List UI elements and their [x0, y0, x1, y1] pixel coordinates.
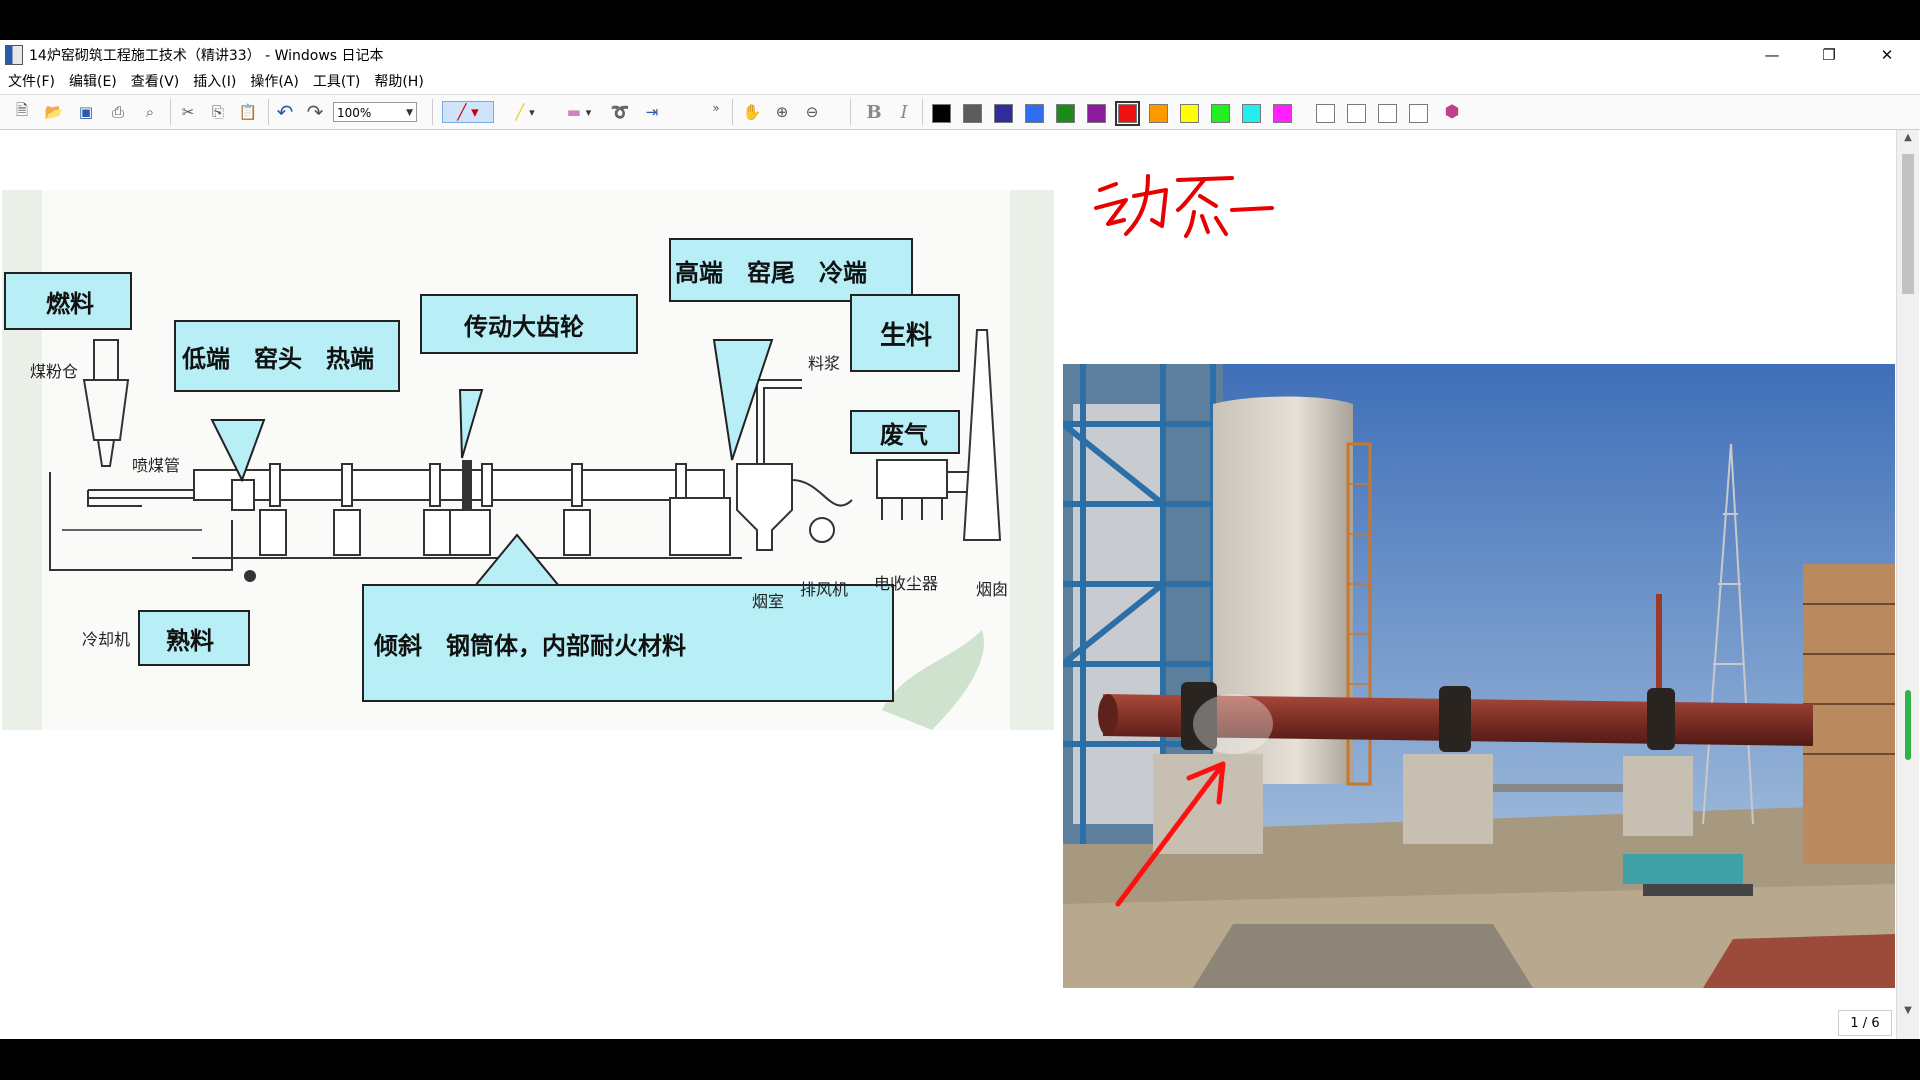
rotary-kiln-photo [1063, 364, 1895, 988]
chevron-down-icon: ▼ [406, 108, 413, 118]
color-swatch[interactable] [1115, 101, 1140, 126]
toolbar: 🗎 📂 ▣ ⎙ ⌕ ✂ ⎘ 📋 ↶ ↷ 100% ▼ ╱ ▾ ╱ ▾ ▬ ▾ ➰… [0, 94, 1920, 130]
paste-icon[interactable]: 📋 [236, 101, 260, 123]
zoom-value: 100% [337, 106, 372, 120]
lasso-select-icon[interactable]: ➰ [608, 101, 632, 123]
cooler-annotation: 冷却机 [82, 630, 131, 649]
scroll-down-icon[interactable]: ▼ [1897, 1005, 1919, 1021]
handwritten-ink-dongtai [1094, 174, 1274, 238]
toolbar-separator [732, 99, 733, 125]
kiln-diagram: 燃料 低端 窑头 热端 传动大齿轮 高端 窑尾 冷端 生料 废气 熟料 倾斜 钢… [2, 190, 1054, 730]
kiln-shell-label: 倾斜 钢筒体，内部耐火材料 [362, 584, 894, 702]
toolbar-separator [922, 99, 923, 125]
color-swatch[interactable] [1378, 104, 1397, 123]
copy-icon[interactable]: ⎘ [206, 101, 230, 123]
menu-actions[interactable]: 操作(A) [250, 71, 299, 91]
vertical-scrollbar[interactable]: ▲ ▼ [1896, 130, 1919, 1039]
zoom-in-icon[interactable]: ⊕ [770, 101, 794, 123]
color-swatch[interactable] [994, 104, 1013, 123]
high-end-label: 高端 窑尾 冷端 [669, 238, 913, 302]
smoke-chamber-annotation: 烟室 [752, 592, 785, 611]
scroll-position-marker [1905, 690, 1911, 760]
highlighter-tool-button[interactable]: ╱ ▾ [502, 101, 548, 123]
menu-help[interactable]: 帮助(H) [374, 71, 423, 91]
coal-pipe-annotation: 喷煤管 [132, 456, 181, 475]
color-swatch[interactable] [1025, 104, 1044, 123]
bold-icon[interactable]: B [862, 101, 886, 123]
insert-space-icon[interactable]: ⇥ [640, 101, 664, 123]
color-swatch[interactable] [1211, 104, 1230, 123]
menu-edit[interactable]: 编辑(E) [69, 71, 117, 91]
menu-tools[interactable]: 工具(T) [313, 71, 360, 91]
toolbar-overflow-icon[interactable]: » [704, 97, 728, 119]
toolbar-separator [432, 99, 433, 125]
restore-button[interactable]: ❐ [1800, 40, 1858, 70]
close-button[interactable]: ✕ [1858, 40, 1916, 70]
notepad-window: 14炉窑砌筑工程施工技术（精讲33） - Windows 日记本 — ❐ ✕ 文… [0, 40, 1920, 1039]
color-swatch[interactable] [963, 104, 982, 123]
color-swatch[interactable] [1149, 104, 1168, 123]
color-swatch[interactable] [1087, 104, 1106, 123]
toolbar-separator [850, 99, 851, 125]
scrollbar-thumb[interactable] [1902, 154, 1914, 294]
zoom-select[interactable]: 100% ▼ [333, 102, 417, 122]
eraser-tool-button[interactable]: ▬ ▾ [556, 101, 602, 123]
scroll-up-icon[interactable]: ▲ [1897, 132, 1919, 148]
color-swatch[interactable] [1316, 104, 1335, 123]
fuel-label: 燃料 [4, 272, 132, 330]
color-swatch[interactable] [932, 104, 951, 123]
color-swatch[interactable] [1180, 104, 1199, 123]
italic-icon[interactable]: I [892, 101, 916, 123]
window-title: 14炉窑砌筑工程施工技术（精讲33） - Windows 日记本 [29, 48, 384, 64]
pan-hand-icon[interactable]: ✋ [740, 101, 764, 123]
exhaust-fan-annotation: 排风机 [800, 580, 849, 599]
menu-insert[interactable]: 插入(I) [193, 71, 236, 91]
color-picker-icon[interactable]: ⬢ [1440, 101, 1464, 123]
color-swatch[interactable] [1056, 104, 1075, 123]
color-swatch[interactable] [1409, 104, 1428, 123]
undo-icon[interactable]: ↶ [273, 100, 297, 124]
dust-collector-annotation: 电收尘器 [874, 574, 939, 593]
title-bar: 14炉窑砌筑工程施工技术（精讲33） - Windows 日记本 — ❐ ✕ [0, 40, 1920, 70]
exhaust-gas-label: 废气 [850, 410, 960, 454]
color-swatch[interactable] [1273, 104, 1292, 123]
page-indicator: 1 / 6 [1838, 1010, 1892, 1036]
find-icon[interactable]: ⌕ [138, 101, 162, 123]
color-swatch[interactable] [1242, 104, 1261, 123]
open-icon[interactable]: 📂 [42, 101, 66, 123]
coal-bin-annotation: 煤粉仓 [30, 362, 79, 381]
cut-icon[interactable]: ✂ [176, 101, 200, 123]
menu-bar: 文件(F) 编辑(E) 查看(V) 插入(I) 操作(A) 工具(T) 帮助(H… [0, 70, 1920, 92]
chimney-annotation: 烟囱 [976, 580, 1009, 599]
menu-file[interactable]: 文件(F) [8, 71, 55, 91]
toolbar-separator [170, 99, 171, 125]
drive-gear-label: 传动大齿轮 [420, 294, 638, 354]
new-note-icon[interactable]: 🗎 [10, 101, 34, 123]
menu-view[interactable]: 查看(V) [131, 71, 180, 91]
journal-app-icon [5, 45, 23, 65]
note-page[interactable]: 燃料 低端 窑头 热端 传动大齿轮 高端 窑尾 冷端 生料 废气 熟料 倾斜 钢… [2, 130, 1896, 1039]
zoom-out-icon[interactable]: ⊖ [800, 101, 824, 123]
color-swatch[interactable] [1347, 104, 1366, 123]
low-end-label: 低端 窑头 热端 [174, 320, 400, 392]
redo-icon[interactable]: ↷ [303, 100, 327, 124]
minimize-button[interactable]: — [1743, 40, 1801, 70]
pen-tool-button[interactable]: ╱ ▾ [442, 101, 494, 123]
save-icon[interactable]: ▣ [74, 101, 98, 123]
print-icon[interactable]: ⎙ [106, 101, 130, 123]
raw-material-label: 生料 [850, 294, 960, 372]
clinker-label: 熟料 [138, 610, 250, 666]
toolbar-separator [268, 99, 269, 125]
slurry-annotation: 料浆 [808, 354, 841, 373]
